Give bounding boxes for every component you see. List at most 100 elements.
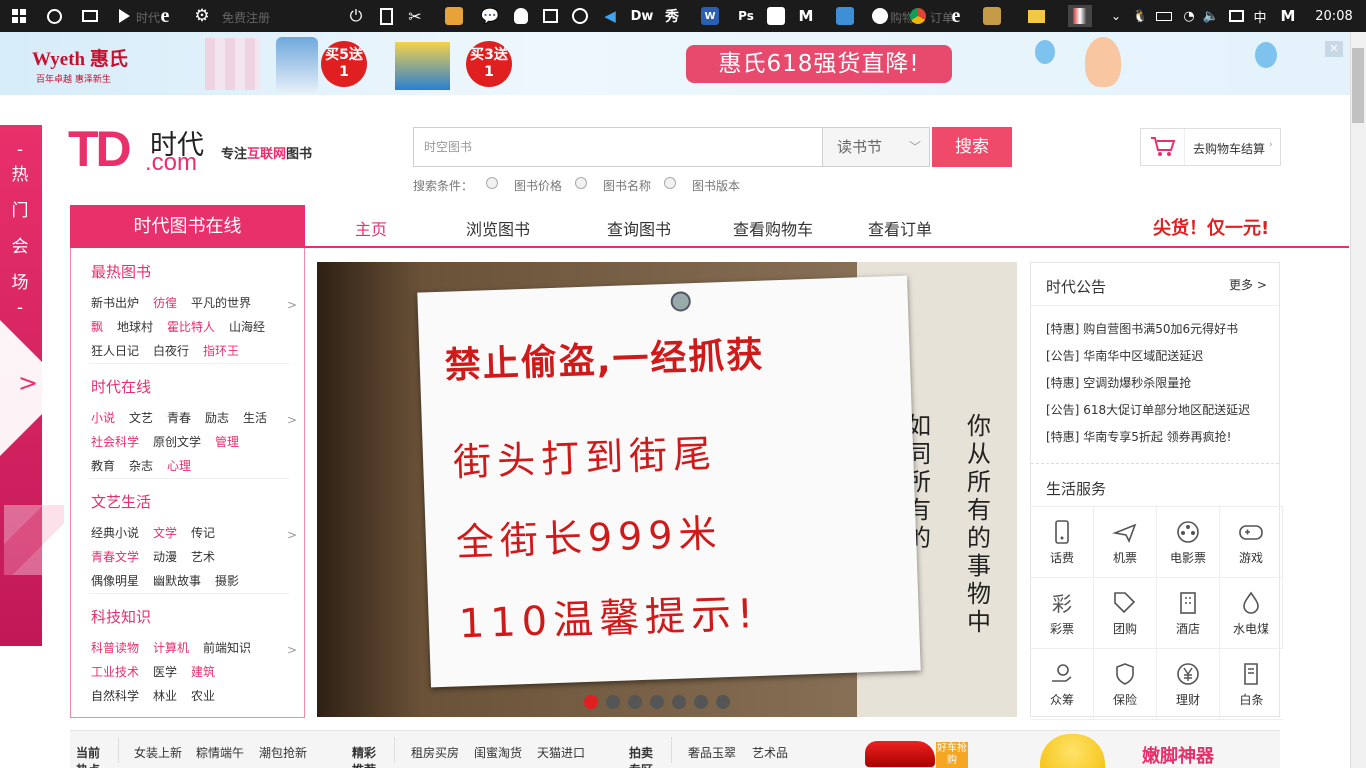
app-w-button[interactable] [766, 5, 786, 27]
vscode-button[interactable]: ◀ [600, 5, 620, 27]
category-link[interactable]: 生活 [243, 409, 267, 426]
word-button[interactable]: W [700, 5, 720, 27]
radio-version[interactable] [664, 177, 676, 189]
category-title[interactable]: 文艺生活 [91, 491, 151, 512]
category-link[interactable]: 林业 [153, 687, 177, 704]
hero-carousel[interactable]: 如同所有的 你从所有的事物中 禁止偷盗,一经抓获 街头打到街尾 全街长999米 … [317, 262, 1017, 717]
radio-name[interactable] [575, 177, 587, 189]
start-button[interactable] [10, 5, 28, 27]
category-link[interactable]: 平凡的世界 [191, 294, 251, 311]
chevron-right-icon[interactable]: > [287, 528, 297, 542]
service-crowdfunding[interactable]: 众筹 [1031, 649, 1094, 720]
ime-button[interactable]: 中 [1251, 5, 1269, 27]
category-link[interactable]: 飘 [91, 318, 103, 335]
category-link[interactable]: 指环王 [203, 342, 239, 359]
service-lottery[interactable]: 彩彩票 [1031, 578, 1094, 649]
promo-strip[interactable]: - 热 门 会 场 - > [0, 125, 68, 646]
dreamweaver-button[interactable]: Dw [630, 5, 654, 27]
notice-item[interactable]: [特惠] 华南专享5折起 领券再疯抢! [1046, 428, 1231, 445]
service-movie[interactable]: 电影票 [1157, 507, 1220, 578]
category-link[interactable]: 地球村 [117, 318, 153, 335]
network-app-button[interactable] [834, 5, 856, 27]
category-link[interactable]: 医学 [153, 663, 177, 680]
category-link[interactable]: 管理 [215, 433, 239, 450]
tray-qq-button[interactable]: 🐧 [1132, 5, 1148, 27]
news-button[interactable] [540, 5, 560, 27]
bottom-ad-title[interactable]: 嫩脚神器 [1142, 742, 1214, 768]
service-insurance[interactable]: 保险 [1094, 649, 1157, 720]
bottom-link[interactable]: 粽情端午 [196, 744, 244, 761]
category-link[interactable]: 建筑 [191, 663, 215, 680]
category-link[interactable]: 自然科学 [91, 687, 139, 704]
bottom-link[interactable]: 艺术品 [752, 744, 788, 761]
ie-button[interactable]: e [945, 5, 967, 27]
nav-cart[interactable]: 查看购物车 [733, 216, 813, 240]
nav-promo[interactable]: 尖货！仅一元! [1153, 214, 1269, 240]
category-link[interactable]: 经典小说 [91, 524, 139, 541]
category-title[interactable]: 时代在线 [91, 376, 151, 397]
notice-more-link[interactable]: 更多 > [1229, 276, 1267, 293]
qq-button[interactable] [511, 5, 531, 27]
bottom-link[interactable]: 闺蜜淘货 [474, 744, 522, 761]
category-link[interactable]: 摄影 [215, 572, 239, 589]
category-link[interactable]: 科普读物 [91, 639, 139, 656]
m-app-button[interactable] [570, 5, 590, 27]
notice-item[interactable]: [公告] 618大促订单部分地区配送延迟 [1046, 401, 1250, 418]
search-input[interactable]: 时空图书 [413, 127, 823, 167]
category-link[interactable]: 彷徨 [153, 294, 177, 311]
chevron-right-icon[interactable]: > [287, 643, 297, 657]
carousel-dot[interactable] [694, 695, 708, 709]
chrome-button[interactable] [908, 5, 928, 27]
service-groupbuy[interactable]: 团购 [1094, 578, 1157, 649]
radio-price[interactable] [486, 177, 498, 189]
carousel-dot[interactable] [606, 695, 620, 709]
service-finance[interactable]: 理财 [1157, 649, 1220, 720]
carousel-dot[interactable] [650, 695, 664, 709]
category-title[interactable]: 最热图书 [91, 261, 151, 282]
wifi-button[interactable]: ◔ [1180, 5, 1198, 27]
nav-browse[interactable]: 浏览图书 [466, 216, 530, 240]
power-button[interactable]: ⏻ [346, 5, 366, 27]
wechat-button[interactable]: 💬 [480, 5, 500, 27]
active-app-button[interactable] [1068, 5, 1092, 27]
category-link[interactable]: 青春文学 [91, 548, 139, 565]
category-link[interactable]: 文学 [153, 524, 177, 541]
service-flight[interactable]: 机票 [1094, 507, 1157, 578]
category-link[interactable]: 励志 [205, 409, 229, 426]
app-button[interactable] [444, 5, 464, 27]
category-link[interactable]: 偶像明星 [91, 572, 139, 589]
carousel-dot[interactable] [672, 695, 686, 709]
nav-brand[interactable]: 时代图书在线 [70, 205, 305, 248]
nav-orders[interactable]: 查看订单 [868, 216, 932, 240]
category-link[interactable]: 杂志 [129, 457, 153, 474]
notice-item[interactable]: [特惠] 购自营图书满50加6元得好书 [1046, 320, 1238, 337]
category-link[interactable]: 前端知识 [203, 639, 251, 656]
category-link[interactable]: 白夜行 [153, 342, 189, 359]
category-title[interactable]: 科技知识 [91, 606, 151, 627]
settings-button[interactable]: ⚙ [192, 5, 212, 27]
category-link[interactable]: 工业技术 [91, 663, 139, 680]
category-link[interactable]: 传记 [191, 524, 215, 541]
car-image[interactable] [865, 741, 935, 767]
bottom-link[interactable]: 租房买房 [411, 744, 459, 761]
bottom-link[interactable]: 女装上新 [134, 744, 182, 761]
nav-home[interactable]: 主页 [355, 216, 387, 240]
m-button[interactable]: M [796, 5, 816, 27]
task-view-button[interactable] [80, 5, 100, 27]
carousel-dot[interactable] [628, 695, 642, 709]
ad-close-button[interactable]: ✕ [1325, 41, 1343, 57]
photoshop-button[interactable]: Ps [735, 5, 757, 27]
category-link[interactable]: 霍比特人 [167, 318, 215, 335]
nav-search[interactable]: 查询图书 [607, 216, 671, 240]
notice-item[interactable]: [公告] 华南华中区域配送延迟 [1046, 347, 1203, 364]
carousel-dot-active[interactable] [584, 695, 598, 709]
category-link[interactable]: 新书出炉 [91, 294, 139, 311]
service-utility[interactable]: 水电煤 [1220, 578, 1283, 649]
m2-button[interactable]: M [1278, 5, 1298, 27]
category-link[interactable]: 计算机 [153, 639, 189, 656]
service-hotel[interactable]: 酒店 [1157, 578, 1220, 649]
logo-com[interactable]: .com [145, 149, 197, 177]
service-phone[interactable]: 话费 [1031, 507, 1094, 578]
category-link[interactable]: 心理 [167, 457, 191, 474]
category-link[interactable]: 动漫 [153, 548, 177, 565]
